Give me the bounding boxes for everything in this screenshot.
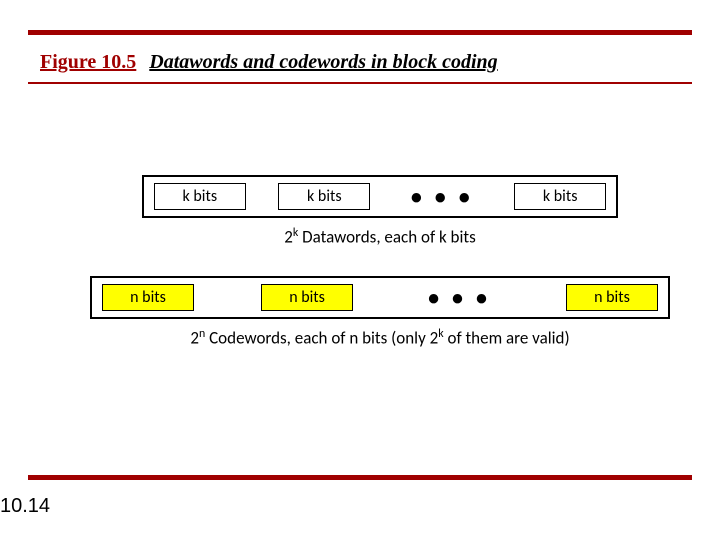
dataword-box: k bits bbox=[514, 183, 606, 210]
ellipsis-icon: • • • bbox=[403, 183, 482, 210]
datawords-container: k bits k bits • • • k bits bbox=[142, 175, 618, 218]
dataword-box: k bits bbox=[278, 183, 370, 210]
ellipsis-icon: • • • bbox=[420, 284, 499, 311]
caption-text: Datawords, each of k bits bbox=[298, 227, 475, 248]
codewords-caption: 2n Codewords, each of n bits (only 2k of… bbox=[90, 327, 670, 349]
figure-heading: Figure 10.5 Datawords and codewords in b… bbox=[40, 51, 498, 74]
codeword-box: n bits bbox=[566, 284, 658, 311]
codeword-box: n bits bbox=[261, 284, 353, 311]
caption-text: Codewords, each of n bits (only 2 bbox=[205, 327, 438, 348]
caption-text: 2 bbox=[190, 327, 199, 348]
caption-text: of them are valid) bbox=[444, 327, 570, 348]
page-number: 10.14 bbox=[0, 495, 50, 518]
top-rule-thick bbox=[28, 30, 692, 35]
bottom-rule-thick bbox=[28, 475, 692, 480]
dataword-box: k bits bbox=[154, 183, 246, 210]
codeword-box: n bits bbox=[102, 284, 194, 311]
figure-title: Datawords and codewords in block coding bbox=[149, 51, 497, 73]
codewords-container: n bits n bits • • • n bits bbox=[90, 276, 670, 319]
diagram: k bits k bits • • • k bits 2k Datawords,… bbox=[90, 175, 670, 376]
caption-text: 2 bbox=[284, 227, 293, 248]
title-underline bbox=[28, 82, 692, 84]
datawords-caption: 2k Datawords, each of k bits bbox=[90, 226, 670, 248]
figure-number: Figure 10.5 bbox=[40, 51, 136, 73]
